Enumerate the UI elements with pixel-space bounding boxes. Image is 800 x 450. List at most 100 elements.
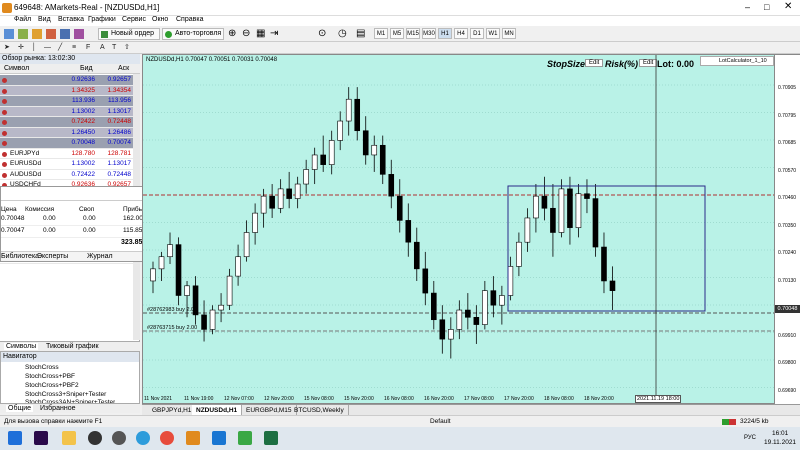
premiere-icon[interactable] [34, 431, 48, 445]
vertical-line-icon[interactable]: │ [32, 42, 36, 54]
channel-icon[interactable]: ≡ [72, 42, 76, 54]
tf-m30[interactable]: M30 [422, 28, 436, 39]
profiles-icon[interactable] [18, 29, 28, 39]
excel-icon[interactable] [264, 431, 278, 445]
col-ask[interactable]: Аск [118, 65, 129, 72]
navigator-item[interactable]: StochCross+PBF2 [25, 382, 79, 389]
navigator-item[interactable]: StochCross [25, 364, 59, 371]
obs-icon[interactable] [88, 431, 102, 445]
market-watch-row[interactable]: 0.70048 0.70074 [0, 138, 133, 149]
indicators-icon[interactable]: ⊙ [318, 28, 326, 39]
navigator-item[interactable]: StochCross+PBF [25, 373, 75, 380]
menu-insert[interactable]: Вставка [58, 16, 84, 23]
market-watch-tabs: Символы Тиковый график [0, 341, 140, 351]
tf-h1[interactable]: H1 [438, 28, 452, 39]
trade-row[interactable]: 0.70047 0.00 0.00 115.85 ✕ [1, 227, 153, 238]
close-icon[interactable]: ✕ [784, 1, 792, 12]
menu-help[interactable]: Справка [176, 16, 203, 23]
edge-icon[interactable] [136, 431, 150, 445]
periods-icon[interactable]: ◷ [338, 28, 347, 39]
navigator-icon[interactable] [46, 29, 56, 39]
chrome-icon[interactable] [160, 431, 174, 445]
market-watch-row[interactable]: EURJPYd 128.780 128.781 [0, 149, 133, 159]
trendline-icon[interactable]: ╱ [58, 42, 62, 54]
tester-icon[interactable] [74, 29, 84, 39]
text-icon[interactable]: A [100, 42, 105, 54]
symbol-status-icon [2, 88, 7, 94]
tf-m1[interactable]: M1 [374, 28, 388, 39]
market-watch-row[interactable]: 0.72422 0.72448 [0, 117, 133, 128]
crosshair-icon[interactable]: ✛ [18, 42, 24, 54]
horizontal-line-icon[interactable]: — [44, 42, 51, 54]
templates-icon[interactable]: ▤ [356, 28, 365, 39]
tf-h4[interactable]: H4 [454, 28, 468, 39]
candle-body [167, 244, 173, 258]
ms-store-icon[interactable] [212, 431, 226, 445]
arrows-icon[interactable]: ⇧ [124, 42, 130, 54]
price-tick-label: 0.70130 [778, 277, 797, 284]
menu-charts[interactable]: Графики [88, 16, 116, 23]
candle-body [201, 314, 207, 330]
price-chart[interactable]: NZDUSDd,H1 0.70047 0.70051 0.70031 0.700… [142, 54, 775, 404]
tab-tick-chart[interactable]: Тиковый график [46, 343, 99, 350]
tab-general[interactable]: Общие [6, 405, 34, 412]
clock-date[interactable]: 19.11.2021 [764, 439, 796, 446]
maximize-icon[interactable]: □ [764, 2, 769, 12]
symbol-status-icon [2, 109, 7, 115]
connection-icon [722, 419, 736, 425]
zoom-in-icon[interactable]: ⊕ [228, 28, 236, 39]
start-icon[interactable] [8, 431, 22, 445]
tab-favorites[interactable]: Избранное [40, 405, 75, 412]
tf-mn[interactable]: MN [502, 28, 516, 39]
navigator-item[interactable]: StochCross3+Sniper+Tester [25, 391, 106, 398]
minimize-icon[interactable]: – [745, 2, 750, 12]
col-symbol[interactable]: Символ [4, 65, 29, 72]
bid-price: 113.936 [71, 97, 95, 104]
clock-time[interactable]: 16:01 [772, 430, 788, 437]
tf-d1[interactable]: D1 [470, 28, 484, 39]
tab-symbols[interactable]: Символы [4, 343, 39, 350]
language-indicator[interactable]: РУС [744, 435, 756, 441]
cursor-icon[interactable]: ➤ [4, 42, 10, 54]
tf-m5[interactable]: M5 [390, 28, 404, 39]
menu-window[interactable]: Окно [152, 16, 168, 23]
camtasia-icon[interactable] [238, 431, 252, 445]
metatrader-icon[interactable] [186, 431, 200, 445]
new-chart-icon[interactable] [4, 29, 14, 39]
menu-view[interactable]: Вид [38, 16, 51, 23]
market-watch-row[interactable]: EURUSDd 1.13002 1.13017 [0, 159, 133, 170]
auto-trading-button[interactable]: Авто-торговля [162, 28, 224, 40]
label-icon[interactable]: T [112, 42, 116, 54]
market-watch-row[interactable]: 113.936 113.956 [0, 96, 133, 107]
terminal-header[interactable] [1, 187, 163, 201]
lot-calculator-window[interactable]: LotCalculator_1_10 [700, 56, 774, 66]
tf-w1[interactable]: W1 [486, 28, 500, 39]
market-watch-row[interactable]: 0.92636 0.92657 [0, 75, 133, 86]
menu-tools[interactable]: Сервис [122, 16, 146, 23]
tab-journal[interactable]: Журнал [87, 253, 113, 260]
zoom-out-icon[interactable]: ⊖ [242, 28, 250, 39]
menu-file[interactable]: Файл [14, 16, 31, 23]
media-icon[interactable] [112, 431, 126, 445]
time-tick-label: 12 Nov 07:00 [224, 396, 254, 402]
navigator-tabs: Общие Избранное [0, 403, 140, 413]
lot-calculator-title: LotCalculator_1_10 [719, 58, 767, 64]
fibo-icon[interactable]: F [86, 42, 90, 54]
tf-m15[interactable]: M15 [406, 28, 420, 39]
autoscroll-icon[interactable]: ⇥ [270, 28, 278, 39]
market-watch-row[interactable]: 1.34325 1.34354 [0, 85, 133, 96]
explorer-icon[interactable] [62, 431, 76, 445]
candle-body [218, 304, 224, 311]
new-order-button[interactable]: Новый ордер [98, 28, 160, 40]
terminal-icon[interactable] [60, 29, 70, 39]
tab-library[interactable]: Библиотека [1, 253, 39, 260]
market-watch-row[interactable]: 1.13002 1.13017 [0, 106, 133, 117]
trade-row[interactable]: 0.70048 0.00 0.00 162.00 ✕ [1, 215, 153, 226]
price-axis: 0.70905 0.70795 0.70685 0.70570 0.70460 0.703… [775, 54, 800, 404]
col-bid[interactable]: Бид [80, 65, 93, 72]
market-watch-row[interactable]: AUDUSDd 0.72422 0.72448 [0, 170, 133, 180]
grid-icon[interactable]: ▦ [256, 28, 265, 39]
tab-experts[interactable]: Эксперты [37, 253, 68, 260]
market-watch-icon[interactable] [32, 29, 42, 39]
market-watch-row[interactable]: 1.26450 1.26486 [0, 127, 133, 138]
